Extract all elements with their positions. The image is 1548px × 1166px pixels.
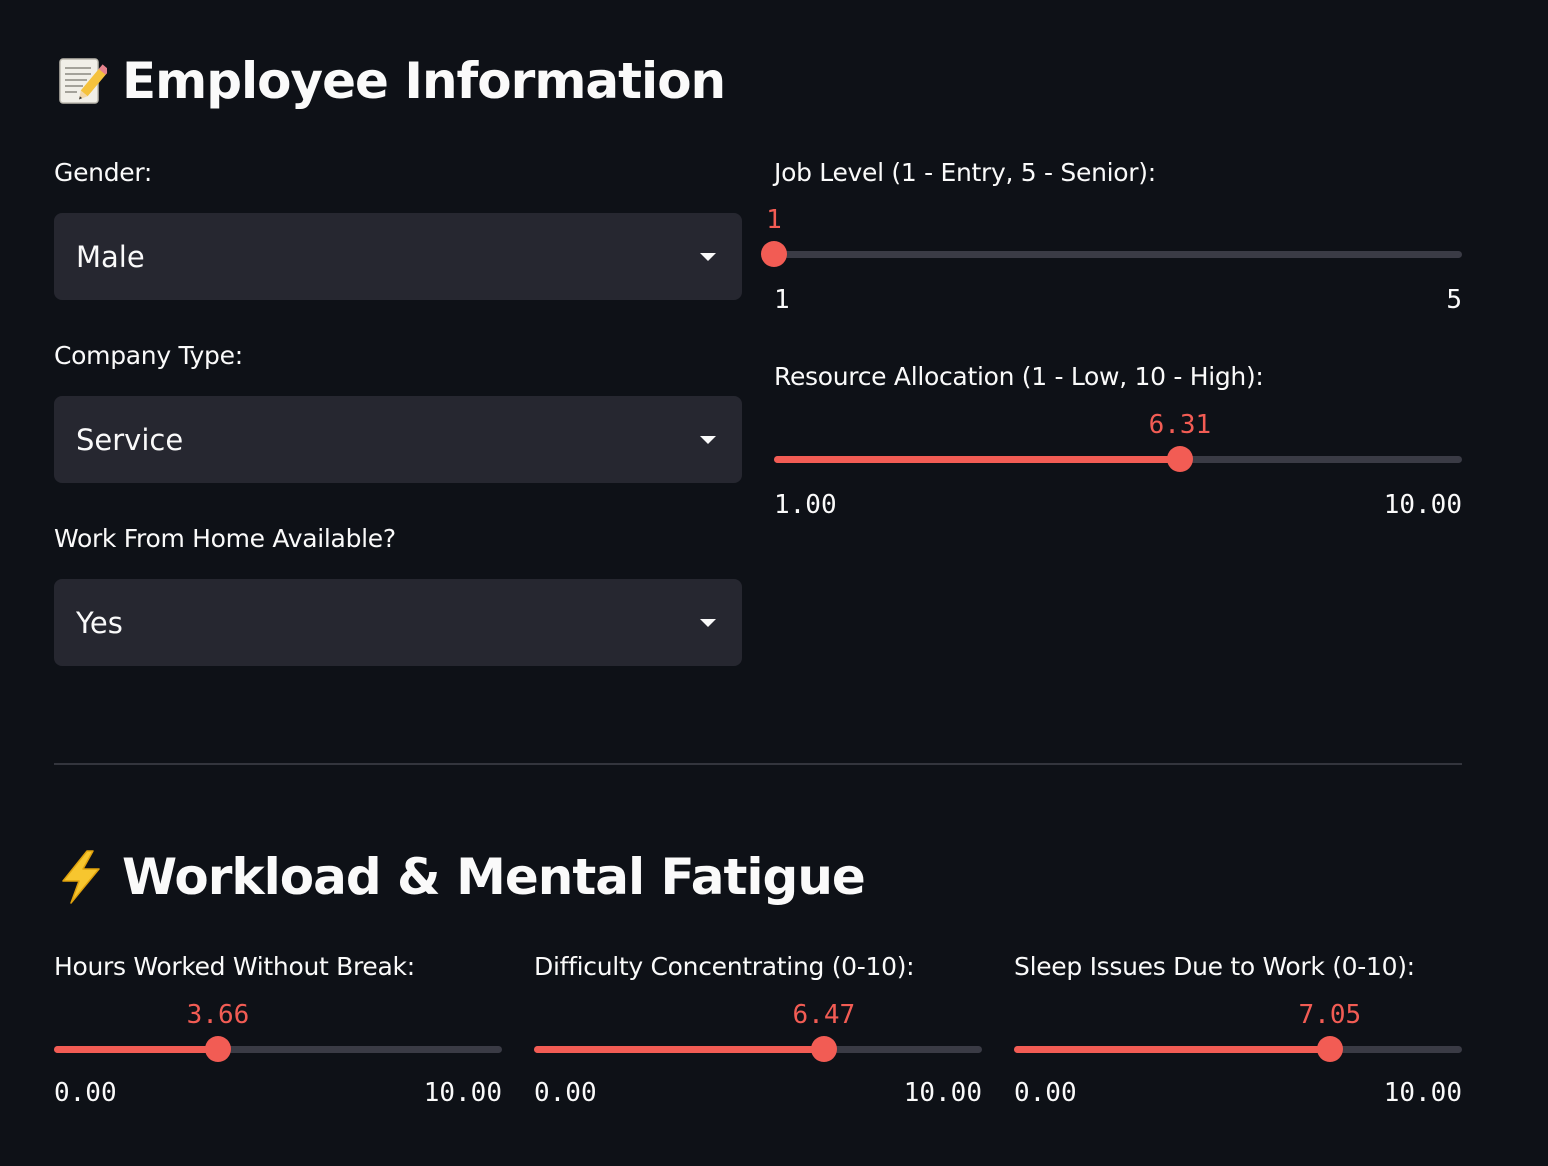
- resource-allocation-slider-thumb[interactable]: [1166, 446, 1193, 472]
- chevron-down-icon: [700, 618, 716, 627]
- sleep-issues-slider-min: 0.00: [1014, 1078, 1077, 1108]
- hours-worked-slider-thumb[interactable]: [204, 1036, 231, 1062]
- job-level-slider[interactable]: 1 1 5: [761, 205, 1462, 315]
- company-type-select-value: Service: [76, 422, 184, 457]
- gender-select[interactable]: Male: [54, 213, 742, 300]
- resource-allocation-slider[interactable]: 6.31 1.00 10.00: [774, 410, 1462, 520]
- difficulty-concentrating-label: Difficulty Concentrating (0-10):: [534, 952, 915, 981]
- difficulty-concentrating-slider-thumb[interactable]: [810, 1036, 837, 1062]
- hours-worked-slider-max: 10.00: [423, 1078, 502, 1108]
- workload-section-title-text: Workload & Mental Fatigue: [122, 848, 866, 906]
- employee-section-title: Employee Information: [56, 52, 726, 110]
- resource-allocation-slider-max: 10.00: [1383, 490, 1462, 520]
- hours-worked-slider-fill: [54, 1046, 218, 1053]
- employee-section-title-text: Employee Information: [122, 52, 726, 110]
- company-type-select[interactable]: Service: [54, 396, 742, 483]
- job-level-slider-track[interactable]: [774, 251, 1462, 258]
- sleep-issues-label: Sleep Issues Due to Work (0-10):: [1014, 952, 1415, 981]
- wfh-label: Work From Home Available?: [54, 524, 396, 553]
- job-level-label: Job Level (1 - Entry, 5 - Senior):: [774, 158, 1156, 187]
- company-type-label: Company Type:: [54, 341, 243, 370]
- resource-allocation-slider-fill: [774, 456, 1180, 463]
- job-level-slider-value: 1: [766, 205, 782, 235]
- difficulty-concentrating-slider-fill: [534, 1046, 824, 1053]
- sleep-issues-slider[interactable]: 7.05 0.00 10.00: [1014, 1000, 1462, 1110]
- page: Employee Information Gender: Male Compan…: [0, 0, 1548, 1166]
- sleep-issues-slider-max: 10.00: [1383, 1078, 1462, 1108]
- sleep-issues-slider-thumb[interactable]: [1316, 1036, 1343, 1062]
- memo-icon: [56, 55, 108, 107]
- difficulty-concentrating-slider-min: 0.00: [534, 1078, 597, 1108]
- hours-worked-slider[interactable]: 3.66 0.00 10.00: [54, 1000, 502, 1110]
- section-divider: [54, 763, 1462, 765]
- resource-allocation-label: Resource Allocation (1 - Low, 10 - High)…: [774, 362, 1264, 391]
- wfh-select[interactable]: Yes: [54, 579, 742, 666]
- hours-worked-slider-value: 3.66: [186, 1000, 250, 1030]
- difficulty-concentrating-slider-max: 10.00: [903, 1078, 982, 1108]
- wfh-select-value: Yes: [76, 605, 123, 640]
- hours-worked-label: Hours Worked Without Break:: [54, 952, 415, 981]
- chevron-down-icon: [700, 435, 716, 444]
- resource-allocation-slider-min: 1.00: [774, 490, 837, 520]
- chevron-down-icon: [700, 252, 716, 261]
- job-level-slider-max: 5: [1446, 285, 1462, 315]
- high-voltage-icon: [56, 850, 108, 904]
- sleep-issues-slider-value: 7.05: [1298, 1000, 1362, 1030]
- resource-allocation-slider-value: 6.31: [1148, 410, 1212, 440]
- difficulty-concentrating-slider-value: 6.47: [792, 1000, 856, 1030]
- difficulty-concentrating-slider[interactable]: 6.47 0.00 10.00: [534, 1000, 982, 1110]
- job-level-slider-thumb[interactable]: [761, 241, 787, 267]
- gender-label: Gender:: [54, 158, 153, 187]
- job-level-slider-min: 1: [774, 285, 790, 315]
- sleep-issues-slider-fill: [1014, 1046, 1330, 1053]
- hours-worked-slider-min: 0.00: [54, 1078, 117, 1108]
- gender-select-value: Male: [76, 239, 145, 274]
- workload-section-title: Workload & Mental Fatigue: [56, 848, 866, 906]
